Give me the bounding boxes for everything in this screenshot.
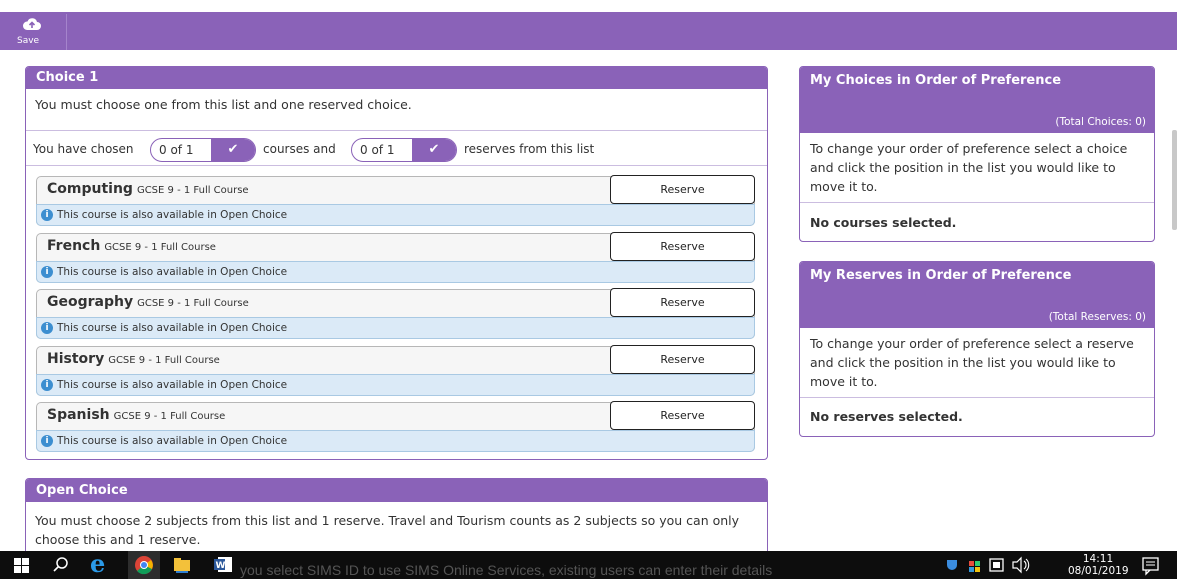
tray-network-icon[interactable]	[988, 551, 1006, 579]
window-top-strip	[0, 0, 1177, 12]
reserve-button[interactable]: Reserve	[610, 232, 755, 261]
scrollbar-thumb[interactable]	[1172, 130, 1177, 230]
taskbar-clock[interactable]: 14:11 08/01/2019	[1068, 553, 1129, 577]
course-subtitle: GCSE 9 - 1 Full Course	[104, 242, 216, 253]
internet-explorer-icon[interactable]: e	[90, 551, 118, 579]
info-text: This course is also available in Open Ch…	[57, 209, 288, 221]
my-choices-help: To change your order of preference selec…	[810, 141, 1128, 194]
choice1-title: Choice 1	[26, 67, 767, 89]
save-label: Save	[17, 36, 40, 46]
info-text: This course is also available in Open Ch…	[57, 322, 288, 334]
course-name: Spanish	[47, 407, 110, 423]
chosen-suffix: reserves from this list	[464, 142, 595, 156]
course-info: i This course is also available in Open C…	[36, 261, 755, 283]
course-item-history[interactable]: History GCSE 9 - 1 Full Course Reserve iT…	[36, 345, 755, 396]
toolbar	[0, 12, 1177, 50]
my-reserves-header: My Reserves in Order of Preference (Tota…	[800, 262, 1154, 328]
my-choices-panel: My Choices in Order of Preference (Total…	[799, 66, 1155, 242]
open-choice-panel: Open Choice You must choose 2 subjects f…	[25, 478, 768, 558]
course-item-geography[interactable]: Geography GCSE 9 - 1 Full Course Reserve …	[36, 288, 755, 339]
course-subtitle: GCSE 9 - 1 Full Course	[108, 355, 220, 366]
cloud-upload-icon	[23, 18, 41, 30]
course-info: i This course is also available in Open C…	[36, 430, 755, 452]
course-name: Computing	[47, 181, 133, 197]
word-icon[interactable]: W	[208, 551, 238, 579]
file-explorer-icon[interactable]	[166, 551, 198, 579]
course-subtitle: GCSE 9 - 1 Full Course	[137, 298, 249, 309]
course-item-french[interactable]: French GCSE 9 - 1 Full Course Reserve i Th…	[36, 232, 755, 283]
my-choices-title: My Choices in Order of Preference	[810, 73, 1062, 88]
no-reserves-text: No reserves selected.	[810, 409, 963, 424]
chosen-prefix: You have chosen	[33, 142, 134, 156]
course-info: i This course is also available in Open C…	[36, 204, 755, 226]
divider	[26, 165, 767, 166]
course-info: i This course is also available in Open C…	[36, 317, 755, 339]
reserve-button[interactable]: Reserve	[610, 175, 755, 204]
tray-shield-icon[interactable]	[945, 551, 959, 579]
choice1-instruction: You must choose one from this list and o…	[35, 97, 412, 112]
courses-count: 0 of 1	[159, 143, 194, 157]
clock-time: 14:11	[1082, 553, 1114, 565]
search-icon[interactable]	[48, 551, 74, 579]
reserve-button[interactable]: Reserve	[610, 288, 755, 317]
reserve-button[interactable]: Reserve	[610, 401, 755, 430]
info-icon: i	[41, 379, 53, 391]
open-choice-description: You must choose 2 subjects from this lis…	[35, 513, 740, 547]
reserve-button[interactable]: Reserve	[610, 345, 755, 374]
total-choices: (Total Choices: 0)	[1055, 116, 1146, 128]
divider	[800, 397, 1154, 398]
info-icon: i	[41, 322, 53, 334]
tray-flag-icon[interactable]	[966, 551, 984, 579]
my-reserves-help: To change your order of preference selec…	[810, 336, 1134, 389]
courses-counter[interactable]: 0 of 1 ✔	[150, 138, 256, 162]
clock-date: 08/01/2019	[1068, 565, 1129, 577]
info-text: This course is also available in Open Ch…	[57, 435, 288, 447]
save-button[interactable]: Save	[9, 14, 67, 50]
obscured-background-text: you select SIMS ID to use SIMS Online Se…	[240, 562, 773, 578]
course-name: French	[47, 238, 101, 254]
no-courses-text: No courses selected.	[810, 215, 957, 230]
info-icon: i	[41, 435, 53, 447]
check-icon: ✔	[412, 139, 456, 161]
reserves-count: 0 of 1	[360, 143, 395, 157]
divider	[26, 130, 767, 131]
course-info: i This course is also available in Open C…	[36, 374, 755, 396]
course-name: History	[47, 351, 105, 367]
my-reserves-panel: My Reserves in Order of Preference (Tota…	[799, 261, 1155, 437]
info-text: This course is also available in Open Ch…	[57, 266, 288, 278]
open-choice-title: Open Choice	[26, 479, 767, 502]
windows-logo-icon[interactable]	[8, 551, 34, 579]
course-subtitle: GCSE 9 - 1 Full Course	[113, 411, 226, 422]
course-subtitle: GCSE 9 - 1 Full Course	[136, 185, 249, 196]
divider	[800, 202, 1154, 203]
choice1-panel: Choice 1 You must choose one from this l…	[25, 66, 768, 460]
reserves-counter[interactable]: 0 of 1 ✔	[351, 138, 457, 162]
chrome-icon[interactable]	[128, 551, 160, 579]
notifications-icon[interactable]	[1140, 551, 1162, 579]
volume-icon[interactable]	[1010, 551, 1032, 579]
course-name: Geography	[47, 294, 134, 310]
info-icon: i	[41, 209, 53, 221]
course-item-spanish[interactable]: Spanish GCSE 9 - 1 Full Course Reserve iT…	[36, 401, 755, 452]
info-text: This course is also available in Open Ch…	[57, 379, 288, 391]
my-choices-header: My Choices in Order of Preference (Total…	[800, 67, 1154, 133]
my-reserves-title: My Reserves in Order of Preference	[810, 268, 1072, 283]
course-item-computing[interactable]: Computing GCSE 9 - 1 Full Course Reserve …	[36, 175, 755, 226]
check-icon: ✔	[211, 139, 255, 161]
chosen-mid: courses and	[263, 142, 336, 156]
svg-text:W: W	[216, 561, 226, 571]
info-icon: i	[41, 266, 53, 278]
total-reserves: (Total Reserves: 0)	[1048, 311, 1146, 323]
